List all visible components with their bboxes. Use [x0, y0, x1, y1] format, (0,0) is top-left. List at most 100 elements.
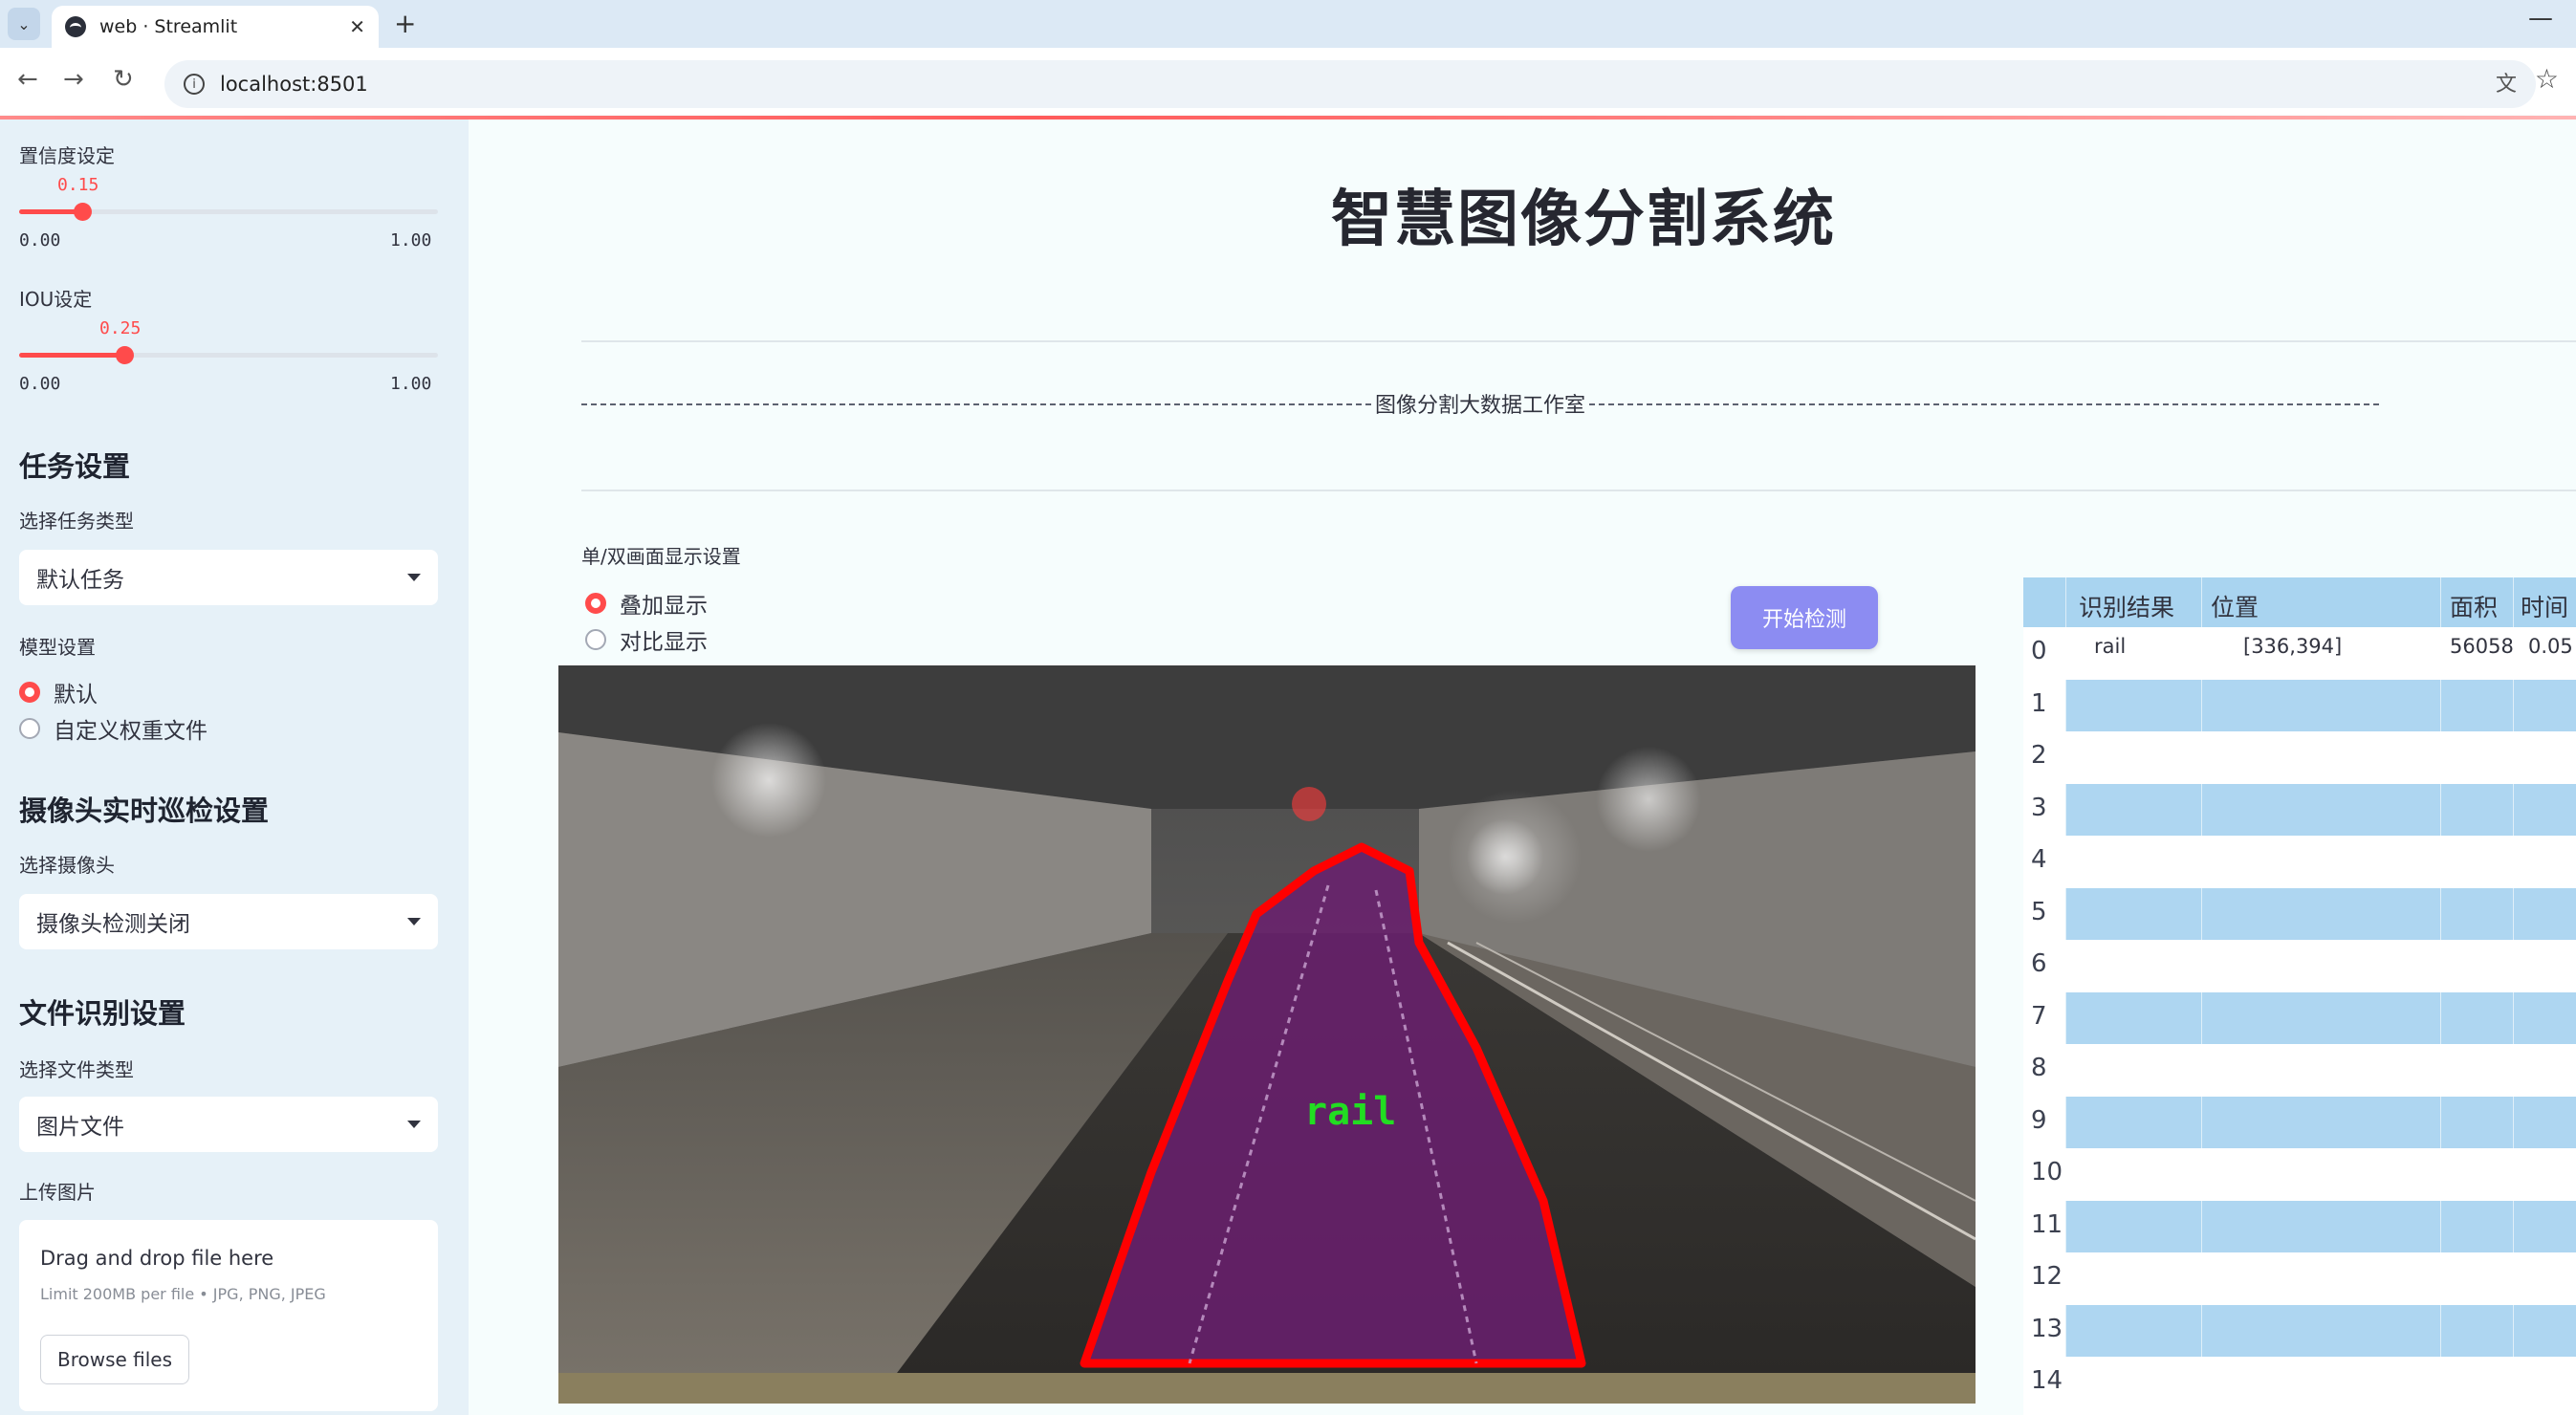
confidence-slider-thumb[interactable]	[73, 203, 92, 221]
table-row[interactable]	[2065, 836, 2576, 887]
row-index: 10	[2031, 1158, 2063, 1186]
display-option-overlay-label: 叠加显示	[620, 594, 708, 619]
divider-bottom	[581, 490, 2576, 491]
iou-max: 1.00	[390, 374, 432, 394]
file-type-select[interactable]: 图片文件	[19, 1097, 438, 1152]
iou-slider[interactable]	[19, 346, 438, 364]
confidence-slider[interactable]	[19, 203, 438, 221]
iou-slider-thumb[interactable]	[115, 346, 134, 364]
row-index: 3	[2031, 793, 2047, 822]
new-tab-plus-icon[interactable]: +	[394, 8, 416, 39]
dropzone-limit-text: Limit 200MB per file • JPG, PNG, JPEG	[40, 1285, 326, 1303]
confidence-min: 0.00	[19, 230, 61, 250]
table-row[interactable]	[2065, 783, 2576, 836]
chevron-down-icon	[407, 1121, 421, 1128]
column-separator	[2065, 577, 2066, 1415]
row-index: 1	[2031, 688, 2047, 718]
table-row[interactable]	[2065, 1096, 2576, 1148]
confidence-value: 0.15	[57, 175, 99, 195]
model-option-default[interactable]: 默认	[19, 676, 98, 708]
row-index: 8	[2031, 1054, 2047, 1082]
confidence-max: 1.00	[390, 230, 432, 250]
display-option-compare-label: 对比显示	[620, 630, 708, 655]
chevron-down-icon	[407, 918, 421, 925]
model-option-custom-label: 自定义权重文件	[54, 719, 207, 744]
header-area: 面积	[2450, 594, 2499, 621]
row-index: 4	[2031, 845, 2047, 874]
row-index: 12	[2031, 1262, 2063, 1291]
table-row[interactable]	[2065, 679, 2576, 731]
results-table[interactable]: 0 1 2 3 4 5 6 7 8 9 10 11 12 13 14 识别结果 位置 面积 时间 rail …	[2023, 577, 2576, 1415]
site-info-icon[interactable]: i	[184, 74, 205, 95]
display-mode-label: 单/双画面显示设置	[581, 545, 741, 568]
table-row[interactable]	[2065, 1044, 2576, 1096]
table-row[interactable]	[2065, 731, 2576, 783]
dash-line-left	[581, 403, 1371, 405]
table-row[interactable]	[2065, 1304, 2576, 1357]
iou-slider-fill	[19, 353, 124, 358]
radio-selected-icon[interactable]	[585, 593, 606, 614]
row-index: 11	[2031, 1209, 2063, 1239]
tunnel-scene-image: rail	[558, 665, 1976, 1404]
start-detection-button[interactable]: 开始检测	[1731, 586, 1878, 649]
browser-tab[interactable]: web · Streamlit ✕	[52, 6, 379, 48]
table-row[interactable]	[2065, 887, 2576, 940]
task-type-label: 选择任务类型	[19, 510, 134, 533]
back-arrow-icon[interactable]: ←	[17, 65, 38, 94]
row-index: 5	[2031, 897, 2047, 926]
url-text: localhost:8501	[220, 73, 368, 96]
row0-position: [336,394]	[2243, 635, 2343, 658]
row-index: 7	[2031, 1001, 2047, 1031]
minimize-window-icon[interactable]: —	[2528, 4, 2553, 33]
table-row[interactable]	[2065, 940, 2576, 991]
studio-banner-text: 图像分割大数据工作室	[1375, 394, 1586, 418]
segmentation-result-image: rail	[558, 665, 1976, 1404]
translate-icon[interactable]: ⽂	[2496, 67, 2517, 98]
streamlit-favicon-icon	[65, 16, 86, 37]
studio-banner: 图像分割大数据工作室	[581, 388, 2380, 419]
display-option-overlay[interactable]: 叠加显示	[585, 587, 708, 620]
tab-title: web · Streamlit	[99, 16, 238, 37]
display-option-compare[interactable]: 对比显示	[585, 623, 708, 656]
table-row[interactable]	[2065, 1357, 2576, 1408]
iou-label: IOU设定	[19, 288, 93, 311]
forward-arrow-icon[interactable]: →	[63, 65, 84, 94]
tab-close-icon[interactable]: ✕	[349, 15, 365, 38]
file-dropzone[interactable]: Drag and drop file here Limit 200MB per …	[19, 1220, 438, 1411]
reload-icon[interactable]: ↻	[113, 65, 134, 94]
browse-files-button[interactable]: Browse files	[40, 1335, 189, 1384]
column-separator	[2440, 577, 2441, 1415]
table-row[interactable]	[2065, 1252, 2576, 1304]
table-row[interactable]	[2065, 1200, 2576, 1252]
rail-detection-label: rail	[1304, 1090, 1396, 1134]
camera-select[interactable]: 摄像头检测关闭	[19, 894, 438, 949]
model-option-default-label: 默认	[54, 683, 98, 708]
task-type-select[interactable]: 默认任务	[19, 550, 438, 605]
iou-value: 0.25	[99, 318, 142, 338]
row-index: 2	[2031, 741, 2047, 770]
browser-tab-bar: ⌄ web · Streamlit ✕ + —	[0, 0, 2576, 48]
header-time: 时间	[2521, 594, 2569, 621]
file-settings-heading: 文件识别设置	[19, 997, 186, 1030]
address-bar-row: ← → ↻ i localhost:8501 ⽂ ☆	[0, 48, 2576, 115]
row0-area: 56058	[2450, 635, 2514, 658]
header-result: 识别结果	[2079, 594, 2175, 621]
row-index: 0	[2031, 637, 2047, 665]
task-type-value: 默认任务	[36, 568, 124, 593]
sidebar: 置信度设定 0.15 0.00 1.00 IOU设定 0.25 0.00 1.0…	[0, 120, 469, 1415]
row-index: 14	[2031, 1366, 2063, 1395]
task-settings-heading: 任务设置	[19, 450, 131, 483]
radio-unselected-icon[interactable]	[19, 718, 40, 739]
radio-selected-icon[interactable]	[19, 682, 40, 703]
table-row[interactable]	[2065, 991, 2576, 1044]
url-field[interactable]: i localhost:8501	[164, 60, 2536, 108]
row0-result: rail	[2094, 635, 2127, 658]
table-row[interactable]	[2065, 1148, 2576, 1200]
bookmark-star-icon[interactable]: ☆	[2535, 63, 2559, 95]
divider-top	[581, 340, 2576, 342]
model-option-custom[interactable]: 自定义权重文件	[19, 712, 207, 745]
dropzone-text: Drag and drop file here	[40, 1247, 274, 1270]
radio-unselected-icon[interactable]	[585, 629, 606, 650]
tab-list-chevron-icon[interactable]: ⌄	[8, 8, 40, 40]
confidence-label: 置信度设定	[19, 144, 115, 167]
